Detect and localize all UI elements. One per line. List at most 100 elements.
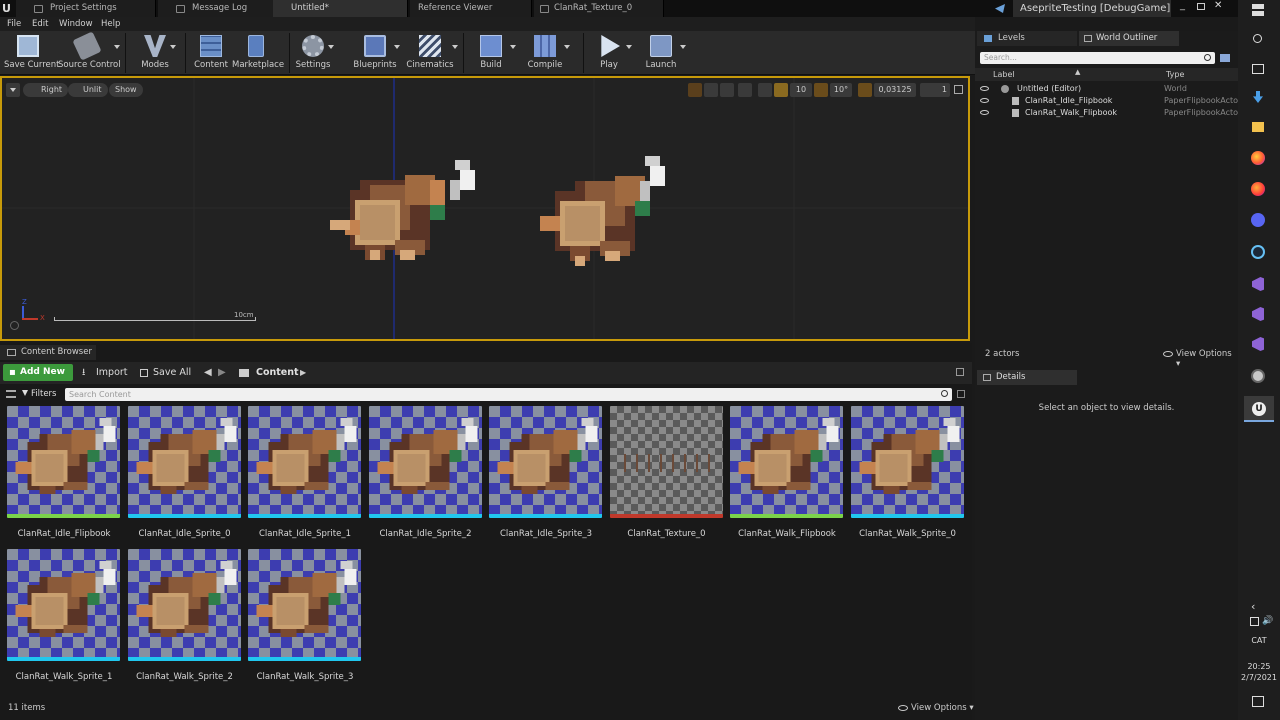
settings-button[interactable]: Settings: [294, 31, 334, 75]
minimize-button[interactable]: _: [1180, 1, 1190, 12]
show-button[interactable]: Show: [109, 83, 143, 97]
outliner-search-input[interactable]: Search...: [980, 52, 1215, 64]
surface-snap-icon[interactable]: [758, 83, 772, 97]
maximize-viewport-icon[interactable]: [954, 85, 963, 94]
menu-edit[interactable]: Edit: [32, 17, 48, 31]
tab-reference-viewer[interactable]: Reference Viewer: [410, 0, 532, 17]
content-button[interactable]: Content: [190, 31, 232, 75]
chevron-up-icon[interactable]: ‹: [1251, 600, 1255, 613]
grid-snap-icon[interactable]: [774, 83, 788, 97]
tab-message-log[interactable]: Message Log: [158, 0, 278, 17]
viewport-options-dropdown[interactable]: [6, 83, 20, 97]
cb-view-options-button[interactable]: View Options ▾: [898, 703, 974, 713]
level-viewport[interactable]: Right Unlit Show 10 10° 0,03125 1 X Z 10…: [0, 76, 970, 341]
launch-button[interactable]: Launch: [644, 31, 686, 75]
outliner-view-options-button[interactable]: View Options ▾: [1163, 349, 1238, 369]
scale-tool-icon[interactable]: [720, 83, 734, 97]
add-new-button[interactable]: Add New ▪: [3, 364, 73, 381]
modes-button[interactable]: Modes: [136, 31, 176, 75]
language-indicator[interactable]: CAT: [1238, 636, 1280, 645]
menu-window[interactable]: Window: [59, 17, 93, 31]
tab-project-settings[interactable]: Project Settings: [16, 0, 156, 17]
firefox-icon[interactable]: [1251, 151, 1265, 165]
steam-icon[interactable]: [1251, 245, 1265, 259]
source-control-button[interactable]: Source Control: [58, 31, 121, 75]
view-mode-button[interactable]: Right: [23, 83, 69, 97]
rotation-snap-icon[interactable]: [814, 83, 828, 97]
feedback-icon[interactable]: [995, 4, 1005, 13]
tab-untitled[interactable]: Untitled*: [273, 0, 408, 17]
download-icon[interactable]: [1253, 91, 1263, 103]
save-all-button[interactable]: Save All: [140, 364, 191, 381]
clanrat-walk-actor[interactable]: [530, 156, 680, 271]
lighting-mode-button[interactable]: Unlit: [68, 83, 108, 97]
outliner-row-world[interactable]: Untitled (Editor) World: [975, 83, 1238, 95]
unreal-taskbar-icon[interactable]: U: [1244, 396, 1274, 422]
firefox-dev-icon[interactable]: [1251, 182, 1265, 196]
search-icon[interactable]: [1253, 34, 1262, 43]
visual-studio-icon[interactable]: [1252, 277, 1264, 291]
tab-clanrat-texture[interactable]: ClanRat_Texture_0: [534, 0, 664, 17]
tab-levels[interactable]: Levels: [977, 31, 1077, 46]
clanrat-idle-actor[interactable]: [320, 160, 490, 270]
tab-world-outliner[interactable]: World Outliner: [1079, 31, 1179, 46]
unreal-logo-icon[interactable]: U: [2, 2, 16, 15]
asset-tile[interactable]: ClanRat_Texture_0: [609, 406, 723, 539]
volume-icon[interactable]: 🔊: [1262, 616, 1273, 626]
sources-toggle-icon[interactable]: [6, 390, 16, 398]
blueprints-button[interactable]: Blueprints: [352, 31, 400, 75]
camera-speed[interactable]: 1: [920, 83, 950, 97]
asset-tile[interactable]: ClanRat_Idle_Flipbook: [7, 406, 120, 539]
task-view-icon[interactable]: [1252, 64, 1264, 74]
back-arrow-icon[interactable]: ◀: [204, 364, 212, 381]
world-local-icon[interactable]: [738, 83, 752, 97]
rotation-snap-value[interactable]: 10°: [830, 83, 852, 97]
asset-tile[interactable]: ClanRat_Walk_Flipbook: [730, 406, 843, 539]
asset-tile[interactable]: ClanRat_Idle_Sprite_0: [127, 406, 241, 539]
path-arrow-icon[interactable]: ▶: [300, 364, 306, 381]
discord-icon[interactable]: [1251, 213, 1265, 227]
asset-tile[interactable]: ClanRat_Idle_Sprite_3: [489, 406, 602, 539]
filters-button[interactable]: Filters: [22, 387, 56, 401]
build-button[interactable]: Build: [472, 31, 516, 75]
import-button[interactable]: ⭳ Import: [82, 364, 128, 381]
scale-snap-icon[interactable]: [858, 83, 872, 97]
path-content[interactable]: Content: [256, 364, 299, 381]
scale-snap-value[interactable]: 0,03125: [874, 83, 916, 97]
clock-date[interactable]: 2/7/2021: [1238, 673, 1280, 682]
asset-tile[interactable]: ClanRat_Walk_Sprite_0: [850, 406, 964, 539]
translate-tool-icon[interactable]: [688, 83, 702, 97]
clock-time[interactable]: 20:25: [1238, 662, 1280, 671]
menu-help[interactable]: Help: [101, 17, 120, 31]
notifications-icon[interactable]: [1252, 696, 1264, 707]
lock-icon[interactable]: [956, 368, 964, 376]
forward-arrow-icon[interactable]: ▶: [218, 364, 226, 381]
content-browser-tab[interactable]: Content Browser: [0, 345, 96, 360]
grid-snap-value[interactable]: 10: [790, 83, 812, 97]
visual-studio-icon-2[interactable]: [1252, 307, 1264, 321]
asset-tile[interactable]: ClanRat_Walk_Sprite_3: [248, 549, 361, 682]
search-content-input[interactable]: Search Content: [65, 388, 952, 401]
asset-tile[interactable]: ClanRat_Idle_Sprite_1: [248, 406, 361, 539]
asset-tile[interactable]: ClanRat_Walk_Sprite_1: [7, 549, 120, 682]
compile-button[interactable]: Compile: [526, 31, 570, 75]
marketplace-button[interactable]: Marketplace: [232, 31, 284, 75]
col-type[interactable]: Type: [1166, 70, 1184, 79]
col-label[interactable]: Label: [993, 70, 1015, 79]
visibility-eye-icon[interactable]: [980, 86, 989, 91]
windows-icon[interactable]: [1252, 4, 1264, 16]
visibility-eye-icon[interactable]: [980, 110, 989, 115]
play-button[interactable]: Play: [592, 31, 632, 75]
cinematics-button[interactable]: Cinematics: [406, 31, 458, 75]
outliner-row-walk-flipbook[interactable]: ClanRat_Walk_Flipbook PaperFlipbookActo: [975, 107, 1238, 119]
file-explorer-icon[interactable]: [1252, 122, 1264, 132]
rotate-tool-icon[interactable]: [704, 83, 718, 97]
maximize-button[interactable]: [1197, 3, 1205, 10]
asset-tile[interactable]: ClanRat_Walk_Sprite_2: [127, 549, 241, 682]
aseprite-icon[interactable]: [1251, 369, 1265, 383]
outliner-row-idle-flipbook[interactable]: ClanRat_Idle_Flipbook PaperFlipbookActo: [975, 95, 1238, 107]
asset-tile[interactable]: ClanRat_Idle_Sprite_2: [368, 406, 482, 539]
network-icon[interactable]: [1250, 617, 1259, 626]
visual-studio-icon-3[interactable]: [1252, 337, 1264, 351]
menu-file[interactable]: File: [7, 17, 21, 31]
